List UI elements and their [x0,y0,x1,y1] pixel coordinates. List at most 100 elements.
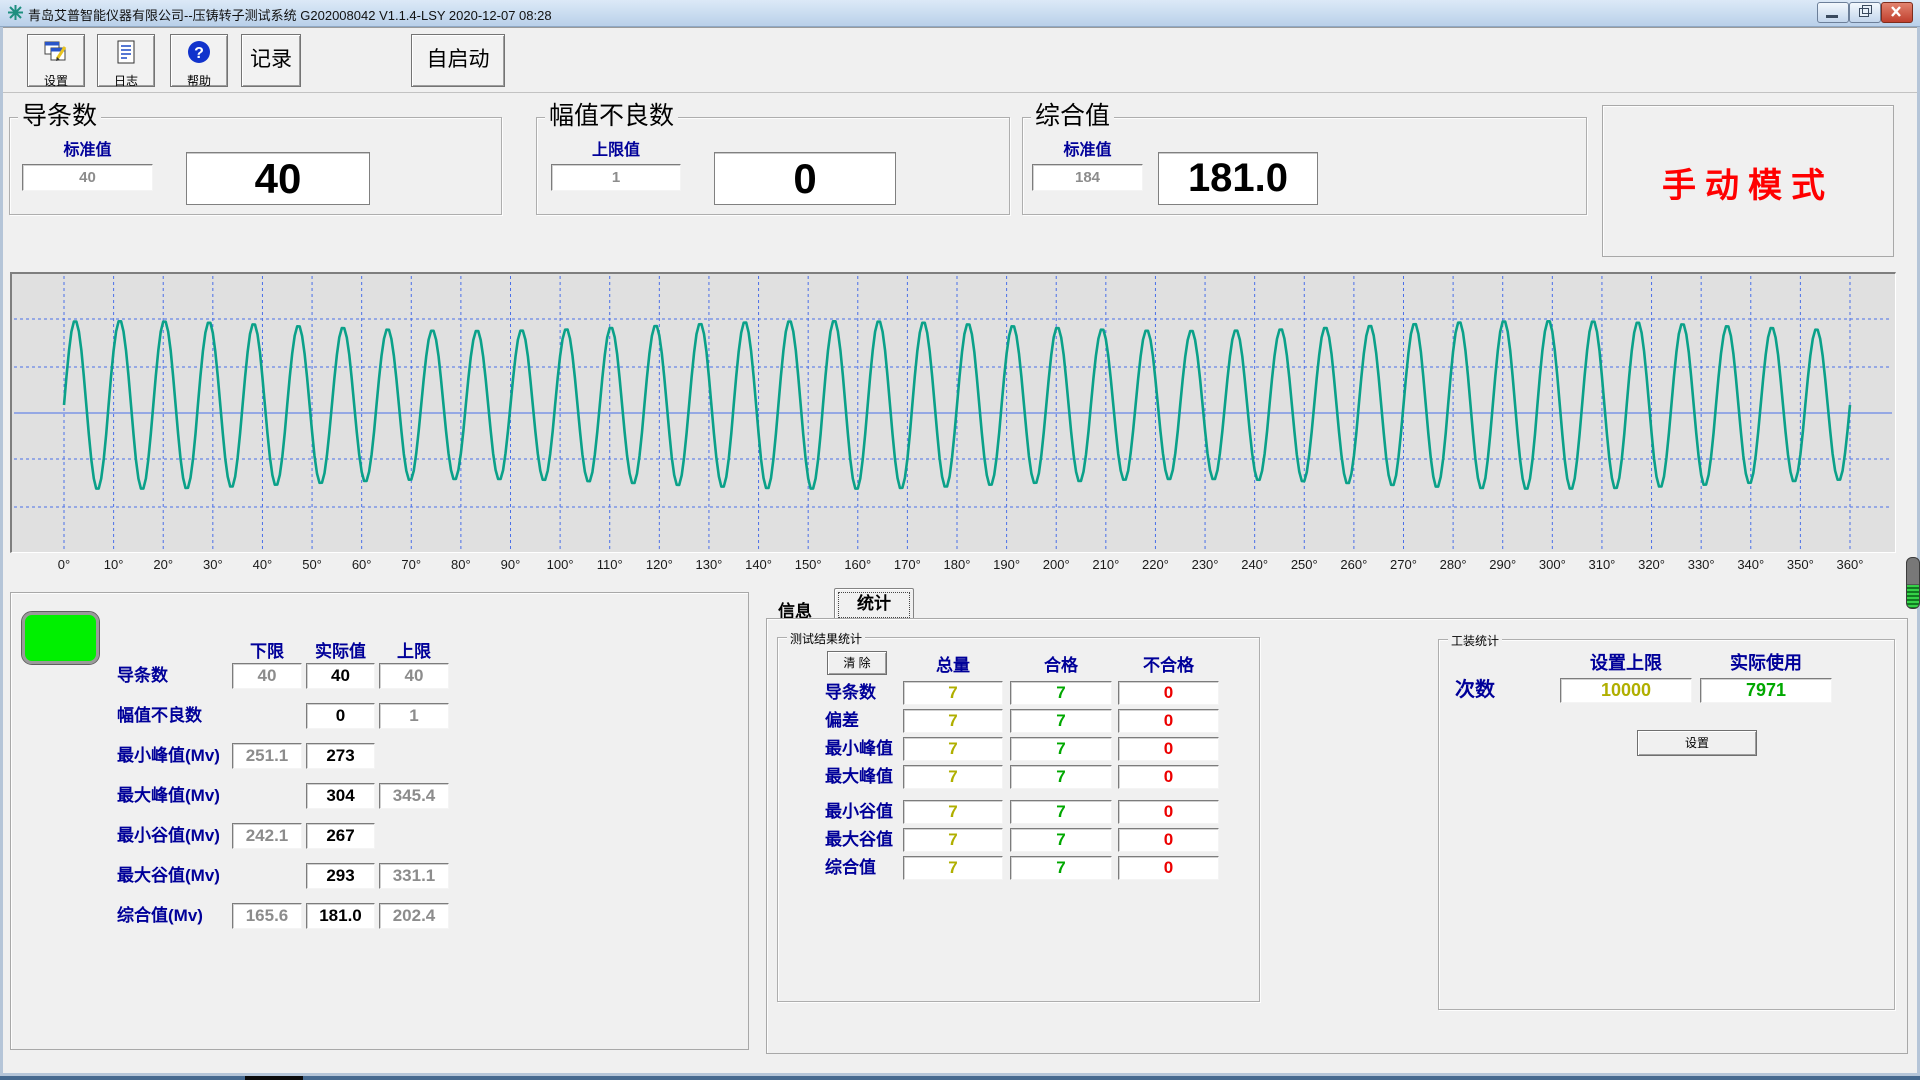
amp-defects-limit-input[interactable]: 1 [551,164,681,191]
x-tick-label: 70° [401,557,421,572]
x-tick-label: 310° [1588,557,1615,572]
results-lower-box: 242.1 [232,823,302,849]
results-row-label: 最大峰值(Mv) [117,783,220,809]
stats-row-label: 最小谷值 [825,800,893,824]
results-upper-box: 40 [379,663,449,689]
chart-x-axis: 0°10°20°30°40°50°60°70°80°90°100°110°120… [10,557,1896,577]
x-tick-label: 150° [795,557,822,572]
results-actual-box: 0 [306,703,375,729]
bars-setpoint-label: 标准值 [22,136,153,160]
stats-pass-box: 7 [1010,737,1112,761]
x-tick-label: 130° [695,557,722,572]
x-tick-label: 220° [1142,557,1169,572]
restore-icon [1859,8,1869,17]
stats-row-label: 偏差 [825,709,859,733]
stats-fail-box: 0 [1118,737,1219,761]
results-actual-box: 273 [306,743,375,769]
amp-defects-group-title: 幅值不良数 [545,101,678,131]
log-button-label: 日志 [98,72,154,89]
settings-button[interactable]: 设置 [27,34,85,87]
help-button[interactable]: ? 帮助 [170,34,228,87]
stats-header-pass: 合格 [1010,651,1112,676]
toolbar: 设置 日志 ? 帮助 记录 自启动 [3,27,1917,93]
x-tick-label: 190° [993,557,1020,572]
amp-defects-groupbox: 幅值不良数 上限值 1 0 [536,117,1010,215]
results-upper-box: 331.1 [379,863,449,889]
results-upper-box: 1 [379,703,449,729]
results-row-label: 最小峰值(Mv) [117,743,220,769]
stats-total-box: 7 [903,765,1003,789]
x-tick-label: 210° [1092,557,1119,572]
fixture-used-header: 实际使用 [1700,649,1832,675]
taskbar-app-segment[interactable] [245,1076,303,1080]
stats-pass-box: 7 [1010,765,1112,789]
record-button-label: 记录 [250,48,292,71]
stats-header-total: 总量 [903,651,1003,676]
minimize-button[interactable] [1817,2,1849,23]
stats-total-box: 7 [903,856,1003,880]
stats-fail-box: 0 [1118,765,1219,789]
x-tick-label: 200° [1043,557,1070,572]
x-tick-label: 240° [1241,557,1268,572]
app-window: 青岛艾普智能仪器有限公司--压铸转子测试系统 G202008042 V1.1.4… [0,0,1920,1076]
tab-stats-label: 统计 [838,592,910,618]
results-actual-box: 181.0 [306,903,375,929]
results-actual-box: 293 [306,863,375,889]
x-tick-label: 160° [844,557,871,572]
x-tick-label: 0° [58,557,70,572]
x-tick-label: 10° [104,557,124,572]
bars-groupbox: 导条数 标准值 40 40 [9,117,502,215]
fixture-set-button[interactable]: 设置 [1637,730,1757,756]
log-icon [113,39,139,65]
taskbar[interactable] [0,1076,1920,1080]
x-tick-label: 230° [1192,557,1219,572]
autostart-button-label: 自启动 [427,48,490,71]
x-tick-label: 50° [302,557,322,572]
mode-panel: 手动模式 [1602,105,1894,257]
results-lower-box: 165.6 [232,903,302,929]
status-lamp [22,612,99,664]
close-icon [1882,3,1910,20]
results-header-upper: 上限 [379,637,449,662]
results-header-actual: 实际值 [306,637,375,662]
help-icon: ? [186,39,212,65]
x-tick-label: 170° [894,557,921,572]
composite-setpoint-input[interactable]: 184 [1032,164,1143,191]
stats-pass-box: 7 [1010,856,1112,880]
tab-stats[interactable]: 统计 [834,588,914,619]
bars-group-title: 导条数 [18,101,101,131]
stats-fail-box: 0 [1118,800,1219,824]
x-tick-label: 140° [745,557,772,572]
autostart-button[interactable]: 自启动 [411,34,505,87]
app-icon [7,4,24,21]
minimize-icon [1826,15,1838,18]
stats-row-label: 最大峰值 [825,765,893,789]
clear-button[interactable]: 清 除 [827,651,887,675]
amp-defects-limit-label: 上限值 [551,136,681,160]
bars-setpoint-input[interactable]: 40 [22,164,153,191]
x-tick-label: 120° [646,557,673,572]
restore-button[interactable] [1849,2,1881,23]
scrollbar-thumb[interactable] [1906,557,1920,609]
results-upper-box: 345.4 [379,783,449,809]
stats-total-box: 7 [903,709,1003,733]
composite-value-display: 181.0 [1158,152,1318,205]
stats-total-box: 7 [903,737,1003,761]
stats-header-fail: 不合格 [1118,651,1219,676]
composite-setpoint-label: 标准值 [1032,136,1143,160]
level-fill [1907,585,1919,608]
x-tick-label: 90° [501,557,521,572]
close-button[interactable] [1881,2,1913,23]
record-button[interactable]: 记录 [241,34,301,87]
composite-groupbox: 综合值 标准值 184 181.0 [1022,117,1587,215]
log-button[interactable]: 日志 [97,34,155,87]
stats-row-label: 最小峰值 [825,737,893,761]
stats-total-box: 7 [903,681,1003,705]
results-lower-box: 251.1 [232,743,302,769]
x-tick-label: 280° [1440,557,1467,572]
x-tick-label: 340° [1737,557,1764,572]
stats-fail-box: 0 [1118,709,1219,733]
titlebar[interactable]: 青岛艾普智能仪器有限公司--压铸转子测试系统 G202008042 V1.1.4… [0,0,1920,27]
x-tick-label: 110° [597,557,623,572]
help-button-label: 帮助 [171,72,227,89]
